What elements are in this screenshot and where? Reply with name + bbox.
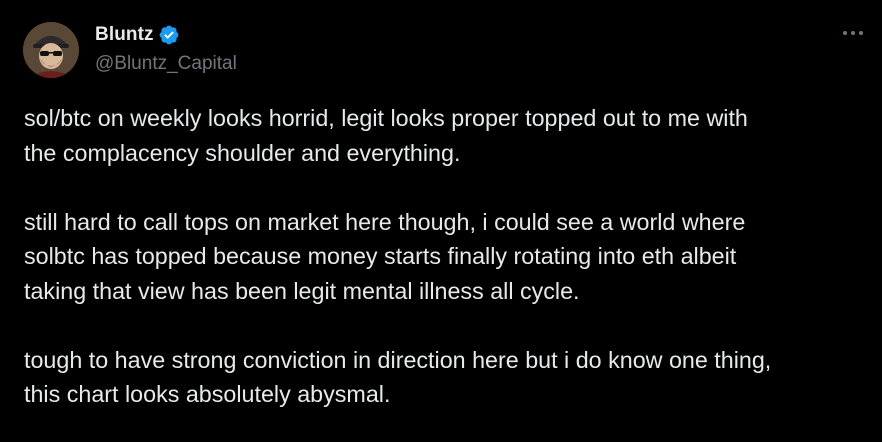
more-options-icon [843, 31, 863, 35]
verified-badge-icon [158, 24, 180, 46]
tweet-paragraph: sol/btc on weekly looks horrid, legit lo… [24, 105, 748, 166]
author-block: Bluntz @Bluntz_Capital [95, 22, 237, 76]
more-options-button[interactable] [838, 20, 868, 46]
display-name[interactable]: Bluntz [95, 24, 154, 46]
tweet-card: Bluntz @Bluntz_Capital sol/btc on weekly… [0, 0, 882, 442]
tweet-paragraph: still hard to call tops on market here t… [24, 208, 746, 304]
author-handle[interactable]: @Bluntz_Capital [95, 52, 237, 76]
profile-avatar[interactable] [23, 22, 79, 78]
author-name-row: Bluntz [95, 22, 237, 48]
avatar-image [23, 22, 79, 78]
tweet-paragraph: tough to have strong conviction in direc… [24, 346, 772, 408]
tweet-text: sol/btc on weekly looks horrid, legit lo… [24, 101, 869, 412]
